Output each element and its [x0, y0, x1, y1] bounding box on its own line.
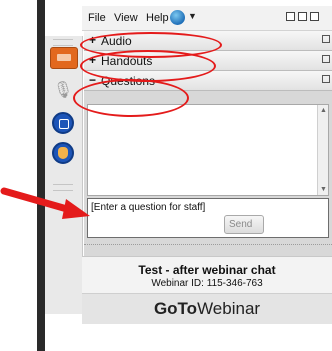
brand-prefix: GoTo	[153, 299, 198, 318]
screen-share-button[interactable]	[50, 47, 78, 69]
window-edge	[37, 0, 45, 351]
annotation-ring-questions	[73, 79, 189, 117]
popout-icon[interactable]	[322, 35, 330, 43]
brand-suffix: Webinar	[197, 299, 261, 318]
gotowebinar-logo: GoToWebinar	[82, 299, 332, 319]
screen-view-button[interactable]	[52, 112, 74, 134]
control-sidebar: 🎙	[45, 36, 83, 314]
menu-view[interactable]: View	[114, 12, 138, 24]
webinar-id: Webinar ID: 115-346-763	[151, 278, 263, 289]
close-icon[interactable]	[310, 12, 319, 21]
panel-divider	[84, 244, 332, 253]
webinar-footer: Test - after webinar chat Webinar ID: 11…	[82, 256, 332, 324]
restore-icon[interactable]	[298, 12, 307, 21]
popout-icon[interactable]	[322, 55, 330, 63]
minimize-icon[interactable]	[286, 12, 295, 21]
sidebar-grip[interactable]	[53, 39, 73, 46]
question-input[interactable]: [Enter a question for staff]	[87, 198, 329, 238]
scroll-down-icon[interactable]: ▼	[320, 186, 327, 193]
menu-file[interactable]: File	[88, 12, 106, 24]
send-button[interactable]: Send	[224, 215, 264, 234]
microphone-icon[interactable]: 🎙	[52, 80, 74, 102]
brand-bar: GoToWebinar	[82, 293, 332, 324]
menu-bar: File View Help ▼	[82, 6, 332, 31]
questions-log[interactable]: ▲ ▼	[87, 104, 329, 196]
webinar-title: Test - after webinar chat	[138, 263, 276, 277]
annotation-ring-handouts	[80, 50, 216, 82]
scrollbar[interactable]: ▲ ▼	[317, 105, 328, 195]
raise-hand-button[interactable]	[52, 142, 74, 164]
annotation-arrow-icon	[0, 187, 90, 219]
chevron-down-icon[interactable]: ▼	[188, 11, 197, 21]
popout-icon[interactable]	[322, 75, 330, 83]
globe-icon[interactable]	[170, 10, 185, 25]
scroll-up-icon[interactable]: ▲	[320, 107, 327, 114]
menu-help[interactable]: Help	[146, 12, 169, 24]
